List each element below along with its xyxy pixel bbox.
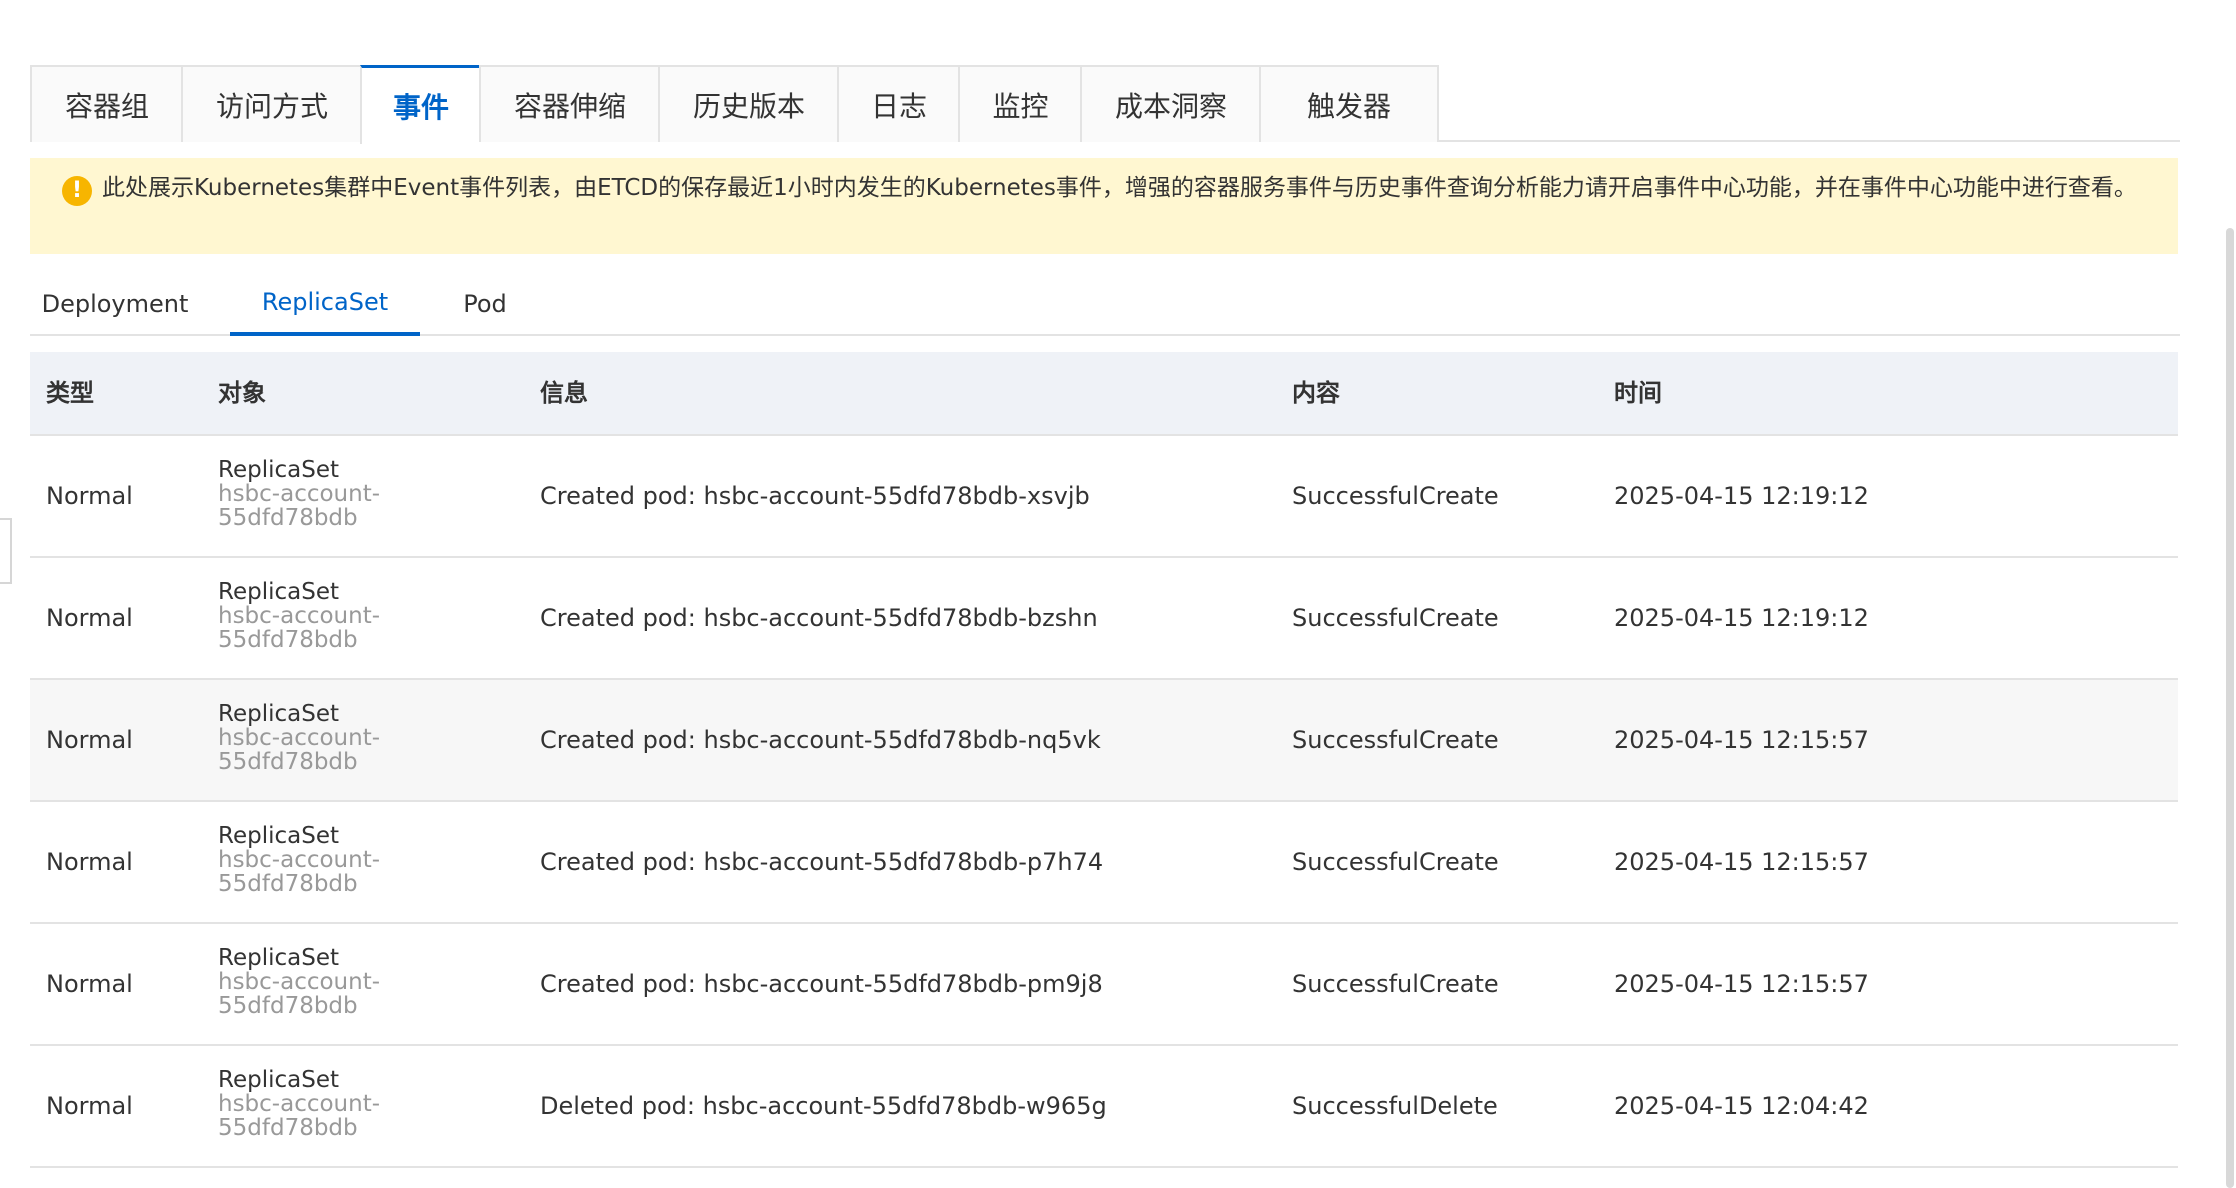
event-notice-banner: ! 此处展示Kubernetes集群中Event事件列表，由ETCD的保存最近1… bbox=[30, 158, 2178, 254]
object-kind: ReplicaSet bbox=[218, 457, 339, 483]
table-row[interactable]: Normal ReplicaSet hsbc-account-55dfd78bd… bbox=[30, 436, 2178, 558]
event-message: Created pod: hsbc-account-55dfd78bdb-nq5… bbox=[540, 726, 1101, 754]
object-kind: ReplicaSet bbox=[218, 701, 339, 727]
tab-cost-insights[interactable]: 成本洞察 bbox=[1080, 65, 1260, 142]
scrollbar-thumb[interactable] bbox=[2226, 228, 2234, 1188]
object-name: hsbc-account-55dfd78bdb bbox=[218, 847, 381, 897]
event-message: Created pod: hsbc-account-55dfd78bdb-p7h… bbox=[540, 848, 1104, 876]
event-type: Normal bbox=[46, 604, 133, 632]
event-time: 2025-04-15 12:04:42 bbox=[1614, 1092, 1869, 1120]
tab-monitoring[interactable]: 监控 bbox=[958, 65, 1081, 142]
event-type: Normal bbox=[46, 1092, 133, 1120]
event-object: ReplicaSet hsbc-account-55dfd78bdb bbox=[218, 824, 418, 896]
subtab-pod[interactable]: Pod bbox=[440, 272, 530, 336]
resource-sub-tabs: Deployment ReplicaSet Pod bbox=[30, 272, 2180, 336]
table-row[interactable]: Normal ReplicaSet hsbc-account-55dfd78bd… bbox=[30, 1046, 2178, 1168]
subtab-deployment[interactable]: Deployment bbox=[30, 272, 200, 336]
tab-access-methods[interactable]: 访问方式 bbox=[181, 65, 361, 142]
tab-events[interactable]: 事件 bbox=[360, 65, 480, 144]
tab-label: 监控 bbox=[992, 89, 1049, 123]
event-reason: SuccessfulCreate bbox=[1292, 970, 1499, 998]
event-message: Deleted pod: hsbc-account-55dfd78bdb-w96… bbox=[540, 1092, 1107, 1120]
event-type: Normal bbox=[46, 848, 133, 876]
table-row[interactable]: Normal ReplicaSet hsbc-account-55dfd78bd… bbox=[30, 802, 2178, 924]
object-name: hsbc-account-55dfd78bdb bbox=[218, 603, 381, 653]
column-header-time[interactable]: 时间 bbox=[1614, 352, 1662, 434]
column-header-type[interactable]: 类型 bbox=[46, 352, 94, 434]
tab-label: 事件 bbox=[392, 91, 449, 124]
event-object: ReplicaSet hsbc-account-55dfd78bdb bbox=[218, 702, 418, 774]
cropped-breadcrumb-strip bbox=[0, 0, 2236, 8]
event-message: Created pod: hsbc-account-55dfd78bdb-xsv… bbox=[540, 482, 1090, 510]
event-object: ReplicaSet hsbc-account-55dfd78bdb bbox=[218, 458, 418, 530]
event-time: 2025-04-15 12:19:12 bbox=[1614, 482, 1869, 510]
object-kind: ReplicaSet bbox=[218, 823, 339, 849]
event-reason: SuccessfulCreate bbox=[1292, 726, 1499, 754]
object-name: hsbc-account-55dfd78bdb bbox=[218, 481, 381, 531]
event-reason: SuccessfulCreate bbox=[1292, 604, 1499, 632]
object-kind: ReplicaSet bbox=[218, 1067, 339, 1093]
event-type: Normal bbox=[46, 970, 133, 998]
tab-label: 访问方式 bbox=[215, 89, 328, 123]
subtab-replicaset[interactable]: ReplicaSet bbox=[230, 272, 420, 336]
column-header-reason[interactable]: 内容 bbox=[1292, 352, 1340, 434]
event-reason: SuccessfulCreate bbox=[1292, 482, 1499, 510]
event-type: Normal bbox=[46, 726, 133, 754]
object-name: hsbc-account-55dfd78bdb bbox=[218, 725, 381, 775]
tab-label: 容器伸缩 bbox=[513, 89, 626, 123]
tab-label: 日志 bbox=[870, 89, 927, 123]
column-header-object[interactable]: 对象 bbox=[218, 352, 266, 434]
event-time: 2025-04-15 12:15:57 bbox=[1614, 848, 1869, 876]
event-object: ReplicaSet hsbc-account-55dfd78bdb bbox=[218, 580, 418, 652]
tab-label: 触发器 bbox=[1306, 89, 1391, 123]
event-type: Normal bbox=[46, 482, 133, 510]
table-row[interactable]: Normal ReplicaSet hsbc-account-55dfd78bd… bbox=[30, 558, 2178, 680]
subtab-label: Pod bbox=[463, 290, 507, 318]
tab-label: 历史版本 bbox=[692, 89, 805, 123]
tab-triggers[interactable]: 触发器 bbox=[1259, 65, 1439, 142]
events-table-header: 类型 对象 信息 内容 时间 bbox=[30, 352, 2178, 436]
object-kind: ReplicaSet bbox=[218, 579, 339, 605]
event-time: 2025-04-15 12:15:57 bbox=[1614, 726, 1869, 754]
tab-label: 容器组 bbox=[64, 89, 149, 123]
event-time: 2025-04-15 12:19:12 bbox=[1614, 604, 1869, 632]
table-row[interactable]: Normal ReplicaSet hsbc-account-55dfd78bd… bbox=[30, 924, 2178, 1046]
event-object: ReplicaSet hsbc-account-55dfd78bdb bbox=[218, 946, 418, 1018]
tab-label: 成本洞察 bbox=[1114, 89, 1227, 123]
object-kind: ReplicaSet bbox=[218, 945, 339, 971]
main-tab-bar: 容器组 访问方式 事件 容器伸缩 历史版本 日志 监控 成本洞察 触发器 bbox=[30, 65, 2180, 144]
object-name: hsbc-account-55dfd78bdb bbox=[218, 1091, 381, 1141]
sidebar-collapse-handle[interactable] bbox=[0, 518, 12, 584]
column-header-message[interactable]: 信息 bbox=[540, 352, 588, 434]
warning-icon: ! bbox=[62, 176, 92, 206]
tab-scaling[interactable]: 容器伸缩 bbox=[479, 65, 659, 142]
subtab-label: ReplicaSet bbox=[261, 288, 389, 316]
event-message: Created pod: hsbc-account-55dfd78bdb-pm9… bbox=[540, 970, 1103, 998]
event-time: 2025-04-15 12:15:57 bbox=[1614, 970, 1869, 998]
table-row[interactable]: Normal ReplicaSet hsbc-account-55dfd78bd… bbox=[30, 680, 2178, 802]
event-reason: SuccessfulCreate bbox=[1292, 848, 1499, 876]
notice-text: 此处展示Kubernetes集群中Event事件列表，由ETCD的保存最近1小时… bbox=[102, 175, 2137, 201]
object-name: hsbc-account-55dfd78bdb bbox=[218, 969, 381, 1019]
events-table-body: Normal ReplicaSet hsbc-account-55dfd78bd… bbox=[30, 436, 2178, 1168]
event-object: ReplicaSet hsbc-account-55dfd78bdb bbox=[218, 1068, 418, 1140]
event-reason: SuccessfulDelete bbox=[1292, 1092, 1498, 1120]
subtab-label: Deployment bbox=[41, 290, 189, 318]
tab-pods[interactable]: 容器组 bbox=[30, 65, 182, 142]
event-message: Created pod: hsbc-account-55dfd78bdb-bzs… bbox=[540, 604, 1098, 632]
tab-history[interactable]: 历史版本 bbox=[658, 65, 838, 142]
tab-logs[interactable]: 日志 bbox=[837, 65, 959, 142]
